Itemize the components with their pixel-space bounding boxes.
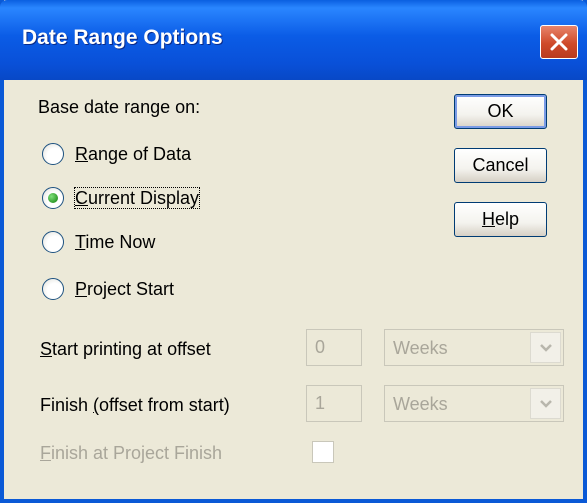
finish-at-project-finish-checkbox[interactable] — [312, 441, 334, 463]
radio-label: Current Display — [73, 187, 201, 209]
radio-label: Range of Data — [75, 144, 192, 164]
cancel-button[interactable]: Cancel — [454, 148, 547, 183]
start-offset-unit-select[interactable]: Weeks — [384, 329, 564, 366]
start-offset-unit-value: Weeks — [393, 338, 448, 358]
radio-current-display[interactable]: Current Display — [42, 185, 242, 211]
radio-range-of-data[interactable]: Range of Data — [42, 141, 242, 167]
base-date-range-label: Base date range on: — [38, 97, 201, 117]
dropdown-button[interactable] — [530, 388, 561, 419]
radio-label: Project Start — [75, 279, 175, 299]
radio-button[interactable] — [42, 187, 64, 209]
chevron-down-icon — [540, 400, 552, 408]
radio-selected-dot — [48, 193, 58, 203]
chevron-down-icon — [540, 344, 552, 352]
dialog-title: Date Range Options — [22, 26, 223, 49]
radio-label: Time Now — [75, 232, 156, 252]
start-offset-input[interactable]: 0 — [306, 329, 362, 366]
finish-at-project-finish-label: Finish at Project Finish — [40, 443, 223, 463]
title-bar[interactable]: Date Range Options — [0, 0, 587, 80]
dropdown-button[interactable] — [530, 332, 561, 363]
finish-offset-input[interactable]: 1 — [306, 385, 362, 422]
date-range-options-dialog: Date Range Options Base date range on: R… — [0, 0, 587, 503]
ok-button[interactable]: OK — [454, 94, 547, 129]
radio-project-start[interactable]: Project Start — [42, 276, 242, 302]
radio-button[interactable] — [42, 278, 64, 300]
start-offset-label: Start printing at offset — [40, 339, 211, 359]
close-icon — [550, 33, 568, 51]
finish-offset-unit-select[interactable]: Weeks — [384, 385, 564, 422]
finish-offset-label: Finish (offset from start) — [40, 395, 230, 415]
radio-button[interactable] — [42, 143, 64, 165]
help-button[interactable]: Help — [454, 202, 547, 237]
close-button[interactable] — [540, 25, 578, 59]
radio-button[interactable] — [42, 231, 64, 253]
finish-offset-unit-value: Weeks — [393, 394, 448, 414]
radio-time-now[interactable]: Time Now — [42, 229, 242, 255]
